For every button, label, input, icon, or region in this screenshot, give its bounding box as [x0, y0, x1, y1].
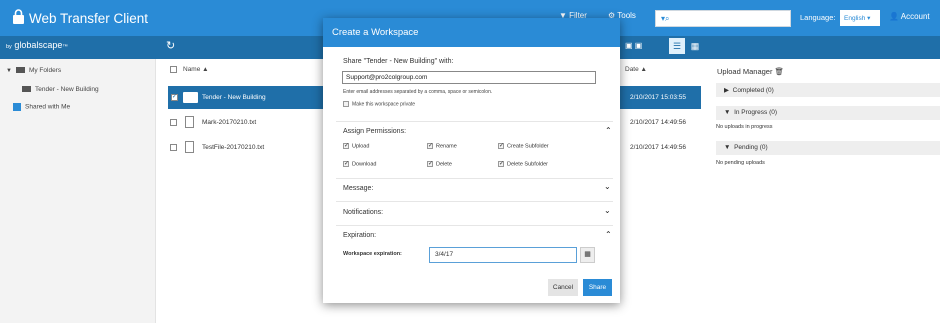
language-select[interactable]: English ▾ [840, 10, 880, 26]
permissions-label: Assign Permissions: [343, 128, 407, 135]
permission-rename[interactable]: Rename [427, 142, 457, 149]
permission-delete-subfolder[interactable]: Delete Subfolder [498, 160, 548, 167]
delete-checkbox[interactable] [427, 160, 433, 167]
file-date: 2/10/2017 15:03:55 [630, 94, 687, 101]
dialog-title: Create a Workspace [323, 18, 620, 47]
file-name[interactable]: TestFile-20170210.txt [202, 144, 264, 151]
create-subfolder-checkbox[interactable] [498, 142, 504, 149]
private-checkbox[interactable] [343, 101, 349, 107]
user-icon: 👤 [889, 12, 899, 21]
share-button[interactable]: Share [583, 279, 612, 296]
folder-icon [22, 86, 31, 93]
share-with-label: Share "Tender - New Building" with: [343, 58, 454, 65]
file-date: 2/10/2017 14:49:56 [630, 119, 687, 126]
text-file-icon [185, 116, 194, 128]
sidebar-item-tender[interactable]: Tender - New Building [22, 86, 99, 93]
grid-view-icon[interactable]: ▦ [687, 38, 703, 54]
file-date: 2/10/2017 14:49:56 [630, 144, 687, 151]
date-column-header[interactable]: Date ▲ [625, 66, 647, 73]
completed-section[interactable]: ▶ Completed (0) [716, 83, 940, 97]
name-column-header[interactable]: Name ▲ [183, 66, 209, 73]
upload-checkbox[interactable] [343, 142, 349, 149]
permission-create-subfolder[interactable]: Create Subfolder [498, 142, 549, 149]
folder-action-icons[interactable]: ▣ ▣ [625, 41, 642, 50]
expiration-section[interactable]: Expiration: [343, 232, 376, 239]
globalscape-logo: by globalscape™ [6, 40, 68, 50]
account-button[interactable]: 👤 Account [889, 12, 930, 21]
email-field[interactable] [342, 71, 596, 84]
chevron-up-icon[interactable]: ⌃ [605, 230, 612, 239]
caret-down-icon: ▼ [724, 109, 731, 116]
search-icon: ▾⌕ [661, 14, 670, 23]
notifications-section[interactable]: Notifications: [343, 209, 383, 216]
workspace-expiration-label: Workspace expiration: [343, 251, 402, 257]
upload-manager-title: Upload Manager 🗑 [717, 67, 785, 76]
email-hint: Enter email addresses separated by a com… [343, 89, 493, 95]
expiration-date-input[interactable]: 3/4/17 [429, 247, 577, 263]
divider [336, 201, 613, 202]
search-input[interactable]: ▾⌕ [655, 10, 791, 27]
divider [336, 121, 613, 122]
rename-checkbox[interactable] [427, 142, 433, 149]
chevron-down-icon[interactable]: ⌄ [604, 182, 611, 191]
folder-icon [183, 92, 198, 103]
pending-section[interactable]: ▼ Pending (0) [716, 141, 940, 155]
caret-right-icon: ▶ [724, 87, 729, 94]
permission-delete[interactable]: Delete [427, 160, 452, 167]
chevron-up-icon[interactable]: ⌃ [605, 126, 612, 135]
row-checkbox[interactable] [170, 144, 177, 151]
trash-icon[interactable]: 🗑 [775, 67, 785, 76]
calendar-icon[interactable]: ▦ [580, 247, 595, 263]
app-title: Web Transfer Client [29, 11, 149, 26]
text-file-icon [185, 141, 194, 153]
permission-upload[interactable]: Upload [343, 142, 369, 149]
sidebar-item-my-folders[interactable]: ▼ My Folders [6, 67, 61, 74]
caret-down-icon: ▼ [724, 144, 731, 151]
shared-folder-icon [13, 103, 21, 111]
download-checkbox[interactable] [343, 160, 349, 167]
row-checkbox[interactable] [170, 119, 177, 126]
message-section[interactable]: Message: [343, 185, 373, 192]
create-workspace-dialog: Create a Workspace Share "Tender - New B… [323, 18, 620, 303]
select-all-checkbox[interactable] [170, 66, 177, 73]
in-progress-section[interactable]: ▼ In Progress (0) [716, 106, 940, 120]
caret-down-icon: ▼ [6, 68, 12, 74]
private-checkbox-row[interactable]: Make this workspace private [343, 101, 415, 107]
cancel-button[interactable]: Cancel [548, 279, 578, 296]
row-checkbox[interactable]: ✓ [171, 94, 178, 101]
folder-icon [15, 67, 25, 74]
upload-manager: Upload Manager 🗑 ▶ Completed (0) ▼ In Pr… [702, 59, 940, 323]
refresh-icon[interactable]: ↻ [166, 39, 175, 52]
chevron-down-icon[interactable]: ⌄ [604, 206, 611, 215]
lock-icon [13, 9, 24, 24]
sidebar: ▼ My Folders Tender - New Building Shared… [0, 59, 156, 323]
list-view-icon[interactable]: ☰ [669, 38, 685, 54]
in-progress-empty: No uploads in progress [716, 124, 773, 130]
delete-subfolder-checkbox[interactable] [498, 160, 504, 167]
file-name[interactable]: Tender - New Building [202, 94, 266, 101]
permission-download[interactable]: Download [343, 160, 376, 167]
language-label: Language: [800, 13, 836, 22]
divider [336, 178, 613, 179]
pending-empty: No pending uploads [716, 160, 765, 166]
divider [336, 225, 613, 226]
file-name[interactable]: Mark-20170210.txt [202, 119, 256, 126]
sidebar-item-shared[interactable]: Shared with Me [13, 103, 70, 111]
